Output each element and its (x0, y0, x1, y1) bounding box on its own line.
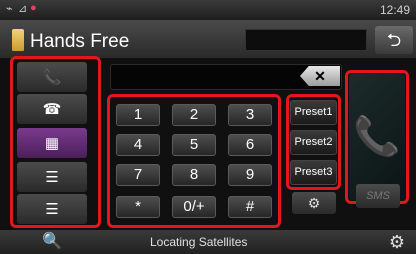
gear-icon: ⚙ (307, 195, 321, 211)
dialpad-button[interactable]: ▦ (17, 128, 87, 158)
search-button[interactable]: 🔍 (30, 231, 74, 253)
phonebook-icon: ☰ (45, 169, 59, 186)
key-9[interactable]: 9 (228, 164, 272, 186)
back-button[interactable]: ⮌ (375, 26, 413, 54)
key-7[interactable]: 7 (116, 164, 160, 186)
key-4[interactable]: 4 (116, 134, 160, 156)
close-icon: ✕ (314, 68, 326, 84)
key-5[interactable]: 5 (172, 134, 216, 156)
page-title: Hands Free (30, 31, 130, 52)
call-history-button[interactable]: 📞 (17, 62, 87, 92)
call-log-icon: 📞 (42, 69, 62, 86)
key-hash[interactable]: # (228, 196, 272, 218)
message-icon: ☰ (45, 201, 59, 218)
preset-1-button[interactable]: Preset1 (290, 100, 337, 125)
key-2[interactable]: 2 (172, 104, 216, 126)
preset-3-button[interactable]: Preset3 (290, 160, 337, 185)
call-icon: 📞 (353, 116, 401, 158)
settings-button[interactable]: ⚙ (382, 231, 412, 253)
phonebook-button[interactable]: ☰ (17, 162, 87, 192)
back-arrow-icon: ⮌ (386, 30, 402, 50)
dialpad-icon: ▦ (44, 135, 60, 152)
call-button[interactable]: 📞 (349, 74, 405, 200)
gear-icon: ⚙ (388, 232, 406, 252)
preset-2-button[interactable]: Preset2 (290, 130, 337, 155)
key-star[interactable]: * (116, 196, 160, 218)
key-8[interactable]: 8 (172, 164, 216, 186)
outgoing-calls-button[interactable]: ☎ (17, 94, 87, 124)
device-name-field (245, 29, 367, 51)
key-3[interactable]: 3 (228, 104, 272, 126)
messages-button[interactable]: ☰ (17, 194, 87, 224)
satellite-icon: ⌁ (6, 3, 13, 15)
sms-button[interactable]: SMS (356, 184, 400, 208)
status-text: Locating Satellites (150, 235, 248, 249)
key-zero-plus[interactable]: 0/+ (172, 196, 216, 218)
dot-icon: ● (30, 2, 37, 14)
status-bar: ⌁ ⊿ ● 12:49 (0, 0, 416, 20)
outgoing-call-icon: ☎ (42, 101, 62, 118)
dial-settings-button[interactable]: ⚙ (292, 192, 336, 214)
phone-app-icon (12, 29, 24, 51)
key-1[interactable]: 1 (116, 104, 160, 126)
clock: 12:49 (379, 3, 410, 17)
signal-icon: ⊿ (18, 3, 28, 15)
key-6[interactable]: 6 (228, 134, 272, 156)
search-icon: 🔍 (42, 233, 62, 250)
